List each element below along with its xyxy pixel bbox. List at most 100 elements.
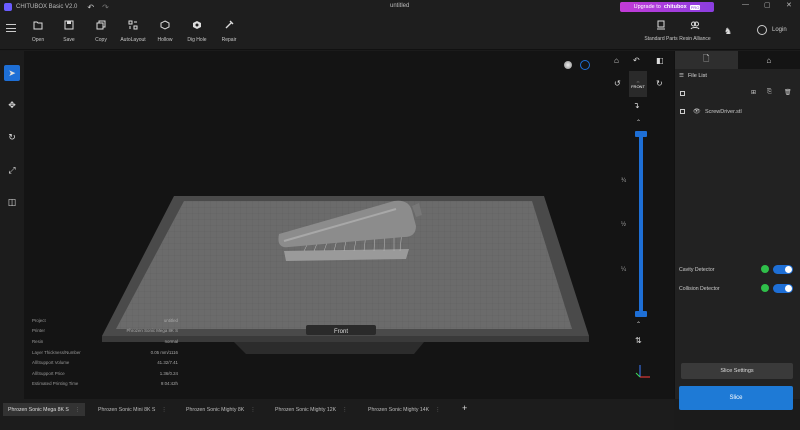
repair-label: Repair <box>221 37 237 43</box>
printer-tab[interactable]: Phrozen Sonic Mighty 14K ⋮ <box>363 403 445 416</box>
file-list-actions: ⊞ ⎘ 🗑 <box>675 89 800 99</box>
import-file-icon[interactable]: ⎘ <box>767 89 772 96</box>
printer-tab-bar: Phrozen Sonic Mega 8K S ⋮ Phrozen Sonic M… <box>0 399 674 430</box>
standard-parts-button[interactable]: Standard Parts <box>643 20 679 42</box>
maximize-icon[interactable]: ▢ <box>764 1 771 9</box>
hamburger-menu-icon[interactable] <box>6 24 16 32</box>
info-label: Estimated Printing Time <box>32 381 79 387</box>
tab-menu-icon[interactable]: ⋮ <box>342 407 347 413</box>
add-file-icon[interactable]: ⊞ <box>751 89 756 96</box>
view-cube[interactable]: ▭ FRONT <box>629 71 647 97</box>
printer-tab[interactable]: Phrozen Sonic Mini 8K S ⋮ <box>93 403 172 416</box>
printer-tab[interactable]: Phrozen Sonic Mega 8K S ⋮ <box>3 403 86 416</box>
notification-icon[interactable]: ♞ <box>724 26 732 37</box>
select-tool-icon[interactable]: ➤ <box>4 65 20 81</box>
cube-view-icon[interactable]: ◧ <box>656 56 664 65</box>
info-value: 1.36/0.24 <box>159 370 178 376</box>
printer-tab-label: Phrozen Sonic Mega 8K S <box>8 406 69 413</box>
slice-settings-button[interactable]: Slice Settings <box>681 363 793 379</box>
collision-detector-toggle[interactable] <box>773 284 793 293</box>
file-checkbox[interactable] <box>680 109 685 114</box>
collision-detector-status-icon <box>761 284 769 292</box>
rotate-view-down-icon[interactable]: ↴ <box>633 101 640 110</box>
save-button[interactable]: Save <box>54 20 84 43</box>
info-value: 41.32/7.41 <box>157 360 178 366</box>
copy-icon <box>96 20 106 30</box>
tab-file-list[interactable]: 🗋 <box>675 51 738 69</box>
slider-down-icon[interactable]: ⌃ <box>636 321 641 328</box>
undo-icon[interactable]: ↶ <box>87 3 94 12</box>
layer-slider-track[interactable] <box>639 133 643 313</box>
copy-button[interactable]: Copy <box>86 20 116 43</box>
info-row: All/Support Volume 41.32/7.41 <box>32 357 178 368</box>
save-icon <box>64 20 74 30</box>
upgrade-button[interactable]: Upgrade to chitubox PRO <box>620 2 714 12</box>
resin-alliance-icon <box>690 21 700 30</box>
repair-icon <box>225 20 234 29</box>
layer-slider-bottom-handle[interactable] <box>635 311 647 317</box>
front-label: Front <box>334 329 348 335</box>
file-row[interactable]: 👁 ScrewDriver.stl <box>675 106 800 118</box>
tab-menu-icon[interactable]: ⋮ <box>161 407 166 413</box>
tab-menu-icon[interactable]: ⋮ <box>435 407 440 413</box>
tab-resin-store[interactable]: ⌂ <box>737 51 800 69</box>
move-tool-icon[interactable]: ✥ <box>4 97 20 113</box>
slider-sync-icon[interactable]: ⇅ <box>635 336 642 345</box>
main-toolbar: Open Save Copy AutoLayout Hollow Dig Hol… <box>0 14 800 50</box>
render-mode-solid-icon[interactable] <box>564 61 572 69</box>
scale-tool-icon[interactable]: ⤢ <box>4 162 20 178</box>
rotate-view-left-icon[interactable]: ↶ <box>633 56 640 65</box>
info-label: Project <box>32 317 46 323</box>
dig-hole-button[interactable]: Dig Hole <box>182 20 212 43</box>
info-value: Phrozen Sonic Mega 8K S <box>126 328 179 334</box>
mirror-tool-icon[interactable]: ◫ <box>4 194 20 210</box>
hollow-button[interactable]: Hollow <box>150 20 180 43</box>
slider-up-icon[interactable]: ⌃ <box>636 119 641 126</box>
upgrade-brand: chitubox <box>663 4 687 10</box>
axis-y <box>635 372 641 378</box>
info-value: 0.05 mm/1116 <box>150 349 178 355</box>
collision-detector-label: Collision Detector <box>679 286 720 292</box>
tab-menu-icon[interactable]: ⋮ <box>250 407 255 413</box>
delete-file-icon[interactable]: 🗑 <box>784 89 792 96</box>
app-logo-icon <box>4 3 12 11</box>
close-icon[interactable]: ✕ <box>786 1 792 9</box>
visibility-eye-icon[interactable]: 👁 <box>693 108 701 115</box>
render-mode-wire-icon[interactable] <box>580 60 590 70</box>
layer-slider-top-handle[interactable] <box>635 131 647 137</box>
tab-menu-icon[interactable]: ⋮ <box>75 407 80 413</box>
open-button[interactable]: Open <box>23 20 53 43</box>
home-view-icon[interactable]: ⌂ <box>614 56 619 65</box>
dig-hole-icon <box>193 21 201 29</box>
repair-button[interactable]: Repair <box>214 20 244 43</box>
right-panel-tabs: 🗋 ⌂ <box>675 51 800 69</box>
standard-parts-icon <box>657 20 665 30</box>
resin-alliance-button[interactable]: Resin Alliance <box>677 20 713 42</box>
printer-tab[interactable]: Phrozen Sonic Mighty 8K ⋮ <box>181 403 260 416</box>
print-info-panel: Project untitled Printer Phrozen Sonic Meg… <box>32 315 178 389</box>
autolayout-button[interactable]: AutoLayout <box>118 20 148 43</box>
rotate-view-ccw-icon[interactable]: ↺ <box>614 79 621 88</box>
3d-viewport[interactable]: Front ⌂ ↶ ◧ ↺ ▭ FRONT ↻ ↴ ⌃ ⌃ ⇅ ¾ ½ ¼ Pr… <box>24 51 674 399</box>
printer-tab[interactable]: Phrozen Sonic Mighty 12K ⋮ <box>270 403 352 416</box>
info-label: Resin <box>32 338 44 344</box>
minimize-icon[interactable]: — <box>742 1 749 8</box>
cavity-detector-toggle[interactable] <box>773 265 793 274</box>
info-value: normal <box>164 338 178 344</box>
add-printer-tab-icon[interactable]: + <box>462 403 467 413</box>
rotate-view-cw-icon[interactable]: ↻ <box>656 79 663 88</box>
hollow-icon <box>160 20 170 30</box>
user-avatar-icon[interactable] <box>757 25 767 35</box>
file-list-header: ☰ File List <box>679 73 707 79</box>
slice-button[interactable]: Slice <box>679 386 793 410</box>
select-all-checkbox[interactable] <box>680 91 685 96</box>
redo-icon[interactable]: ↷ <box>102 3 109 12</box>
login-link[interactable]: Login <box>772 27 787 33</box>
file-list-icon: ☰ <box>679 73 684 79</box>
left-toolbar: ➤ ✥ ↻ ⤢ ◫ <box>0 51 24 399</box>
info-row: Project untitled <box>32 315 178 326</box>
info-value: 9:04:42h <box>160 381 178 387</box>
rotate-tool-icon[interactable]: ↻ <box>4 129 20 145</box>
copy-label: Copy <box>95 37 107 43</box>
printer-tab-label: Phrozen Sonic Mighty 12K <box>275 406 337 413</box>
